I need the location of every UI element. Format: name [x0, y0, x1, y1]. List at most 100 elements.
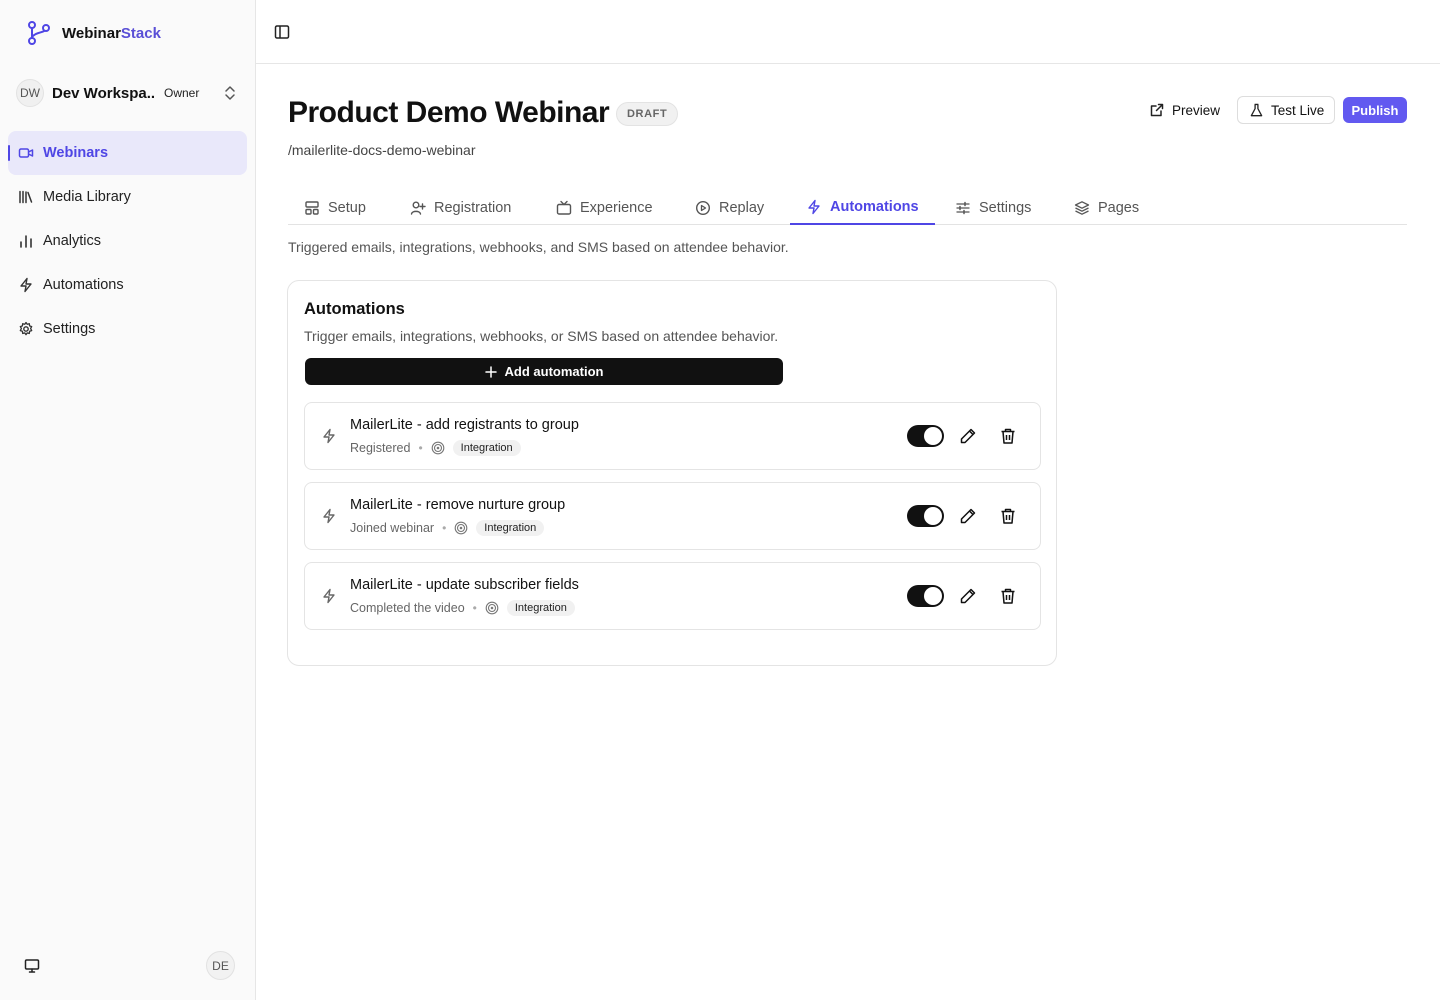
publish-button[interactable]: Publish	[1343, 97, 1407, 123]
play-circle-icon	[695, 200, 711, 215]
user-plus-icon	[410, 201, 426, 215]
automation-type-badge: Integration	[476, 520, 545, 536]
webinar-tabs: Setup Registration Experience Replay Aut…	[288, 190, 1407, 225]
add-automation-button[interactable]: Add automation	[305, 358, 783, 385]
tab-label: Settings	[979, 199, 1032, 216]
automation-type-badge: Integration	[452, 440, 521, 456]
pencil-icon[interactable]	[959, 507, 977, 525]
webinarstack-logo-icon	[28, 21, 50, 45]
automation-enabled-toggle[interactable]	[907, 425, 944, 447]
preview-button[interactable]: Preview	[1141, 97, 1228, 123]
panel-left-icon	[274, 25, 290, 39]
toggle-knob	[924, 587, 942, 605]
tab-settings[interactable]: Settings	[939, 190, 1047, 225]
automation-row[interactable]: MailerLite - add registrants to group Re…	[304, 402, 1041, 470]
automation-trigger: Registered	[350, 441, 411, 455]
separator-dot: •	[418, 441, 423, 455]
tab-label: Replay	[719, 199, 765, 216]
trash-icon[interactable]	[999, 507, 1017, 525]
separator-dot: •	[472, 601, 477, 615]
tab-experience[interactable]: Experience	[540, 190, 669, 225]
automation-trigger: Completed the video	[350, 601, 465, 615]
brand-name: WebinarStack	[62, 24, 161, 42]
automation-row[interactable]: MailerLite - update subscriber fields Co…	[304, 562, 1041, 630]
pencil-icon[interactable]	[959, 427, 977, 445]
target-icon	[431, 441, 445, 455]
tab-automations[interactable]: Automations	[790, 190, 935, 225]
sidebar-item-webinars[interactable]: Webinars	[8, 131, 247, 175]
automation-name: MailerLite - remove nurture group	[350, 497, 566, 513]
toggle-knob	[924, 507, 942, 525]
add-automation-label: Add automation	[504, 364, 604, 379]
status-badge: DRAFT	[616, 102, 679, 126]
automation-type-badge: Integration	[506, 600, 575, 616]
tab-registration[interactable]: Registration	[394, 190, 527, 225]
automation-enabled-toggle[interactable]	[907, 585, 944, 607]
bar-chart-icon	[20, 235, 32, 248]
user-avatar[interactable]: DE	[206, 951, 235, 980]
tab-description: Triggered emails, integrations, webhooks…	[288, 239, 789, 255]
workspace-switcher[interactable]: DW Dev Workspa... Owner	[16, 79, 244, 107]
tab-pages[interactable]: Pages	[1058, 190, 1155, 225]
brand-logo[interactable]: WebinarStack	[26, 20, 161, 46]
tab-label: Setup	[328, 199, 366, 216]
sidebar: WebinarStack DW Dev Workspa... Owner Web…	[0, 0, 256, 1000]
sidebar-item-label: Analytics	[43, 233, 102, 249]
tab-label: Automations	[830, 198, 919, 215]
bolt-icon	[323, 508, 335, 524]
tab-label: Pages	[1098, 199, 1140, 216]
layout-icon	[305, 200, 319, 215]
page-title: Product Demo Webinar	[288, 96, 610, 129]
tab-replay[interactable]: Replay	[679, 190, 780, 225]
trash-icon[interactable]	[999, 587, 1017, 605]
sidebar-nav: Webinars Media Library Analytics Automat…	[8, 131, 247, 351]
automation-name: MailerLite - update subscriber fields	[350, 577, 579, 593]
sidebar-item-label: Webinars	[43, 145, 109, 161]
automation-meta: Joined webinar • Integration	[350, 519, 545, 537]
preview-label: Preview	[1172, 102, 1221, 118]
test-live-label: Test Live	[1271, 102, 1325, 118]
sidebar-item-analytics[interactable]: Analytics	[8, 219, 247, 263]
separator-dot: •	[442, 521, 447, 535]
workspace-avatar: DW	[16, 79, 44, 107]
sidebar-item-label: Media Library	[43, 189, 131, 205]
toggle-knob	[924, 427, 942, 445]
tab-setup[interactable]: Setup	[288, 190, 382, 225]
chevron-up-down-icon	[225, 86, 235, 100]
sliders-icon	[956, 201, 970, 214]
card-title: Automations	[304, 300, 405, 318]
automation-meta: Completed the video • Integration	[350, 599, 575, 617]
automation-name: MailerLite - add registrants to group	[350, 417, 579, 433]
card-subtitle: Trigger emails, integrations, webhooks, …	[304, 328, 779, 344]
bolt-icon	[323, 588, 335, 604]
trash-icon[interactable]	[999, 427, 1017, 445]
bolt-icon	[808, 199, 820, 214]
library-icon	[19, 190, 33, 204]
automation-meta: Registered • Integration	[350, 439, 521, 457]
pencil-icon[interactable]	[959, 587, 977, 605]
sidebar-item-settings[interactable]: Settings	[8, 307, 247, 351]
sidebar-item-automations[interactable]: Automations	[8, 263, 247, 307]
flask-icon	[1250, 103, 1263, 116]
webinar-slug: /mailerlite-docs-demo-webinar	[288, 142, 476, 158]
monitor-icon	[24, 959, 40, 973]
bolt-icon	[323, 428, 335, 444]
automation-trigger: Joined webinar	[350, 521, 435, 535]
automation-enabled-toggle[interactable]	[907, 505, 944, 527]
bolt-icon	[20, 277, 32, 293]
automation-row[interactable]: MailerLite - remove nurture group Joined…	[304, 482, 1041, 550]
tab-label: Registration	[434, 199, 512, 216]
tv-icon	[556, 200, 572, 215]
target-icon	[485, 601, 499, 615]
external-link-icon	[1150, 103, 1164, 117]
layers-icon	[1074, 200, 1090, 215]
top-bar	[256, 0, 1440, 64]
test-live-button[interactable]: Test Live	[1237, 96, 1336, 124]
display-settings-button[interactable]	[24, 958, 40, 979]
sidebar-item-media-library[interactable]: Media Library	[8, 175, 247, 219]
sidebar-toggle-button[interactable]	[274, 24, 290, 45]
gear-icon	[19, 321, 33, 336]
plus-icon	[484, 365, 497, 378]
workspace-role: Owner	[164, 86, 200, 100]
workspace-name: Dev Workspa...	[52, 84, 154, 102]
